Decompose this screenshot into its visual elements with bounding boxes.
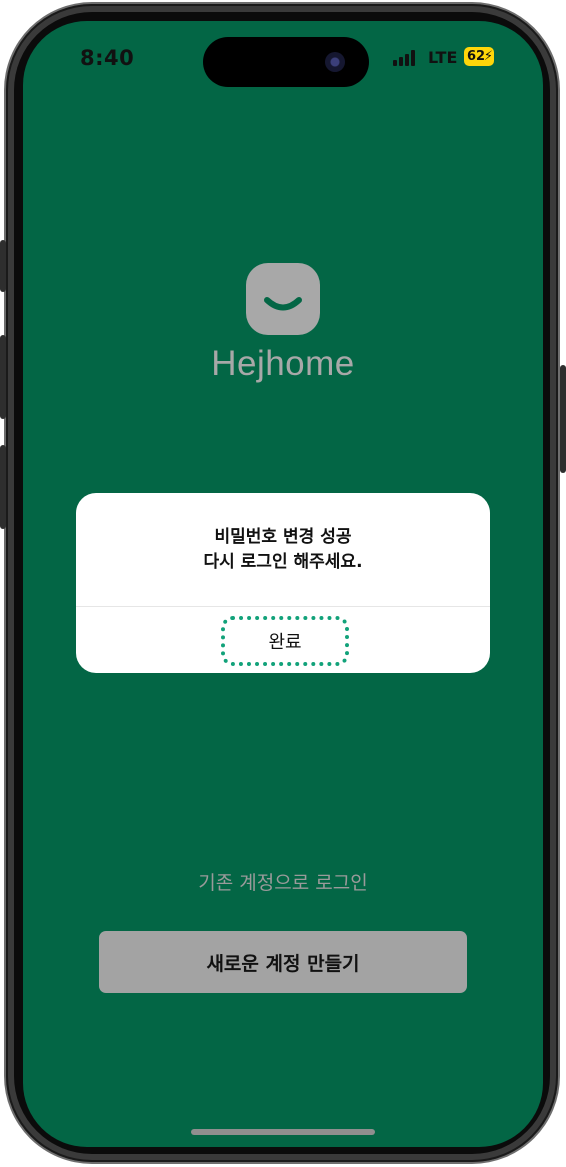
- power-button: [560, 365, 566, 473]
- confirm-button[interactable]: 완료: [221, 616, 349, 666]
- battery-icon: 62 ⚡: [464, 47, 494, 66]
- app-screen: 8:40 LTE 62 ⚡ Hejhome 비밀번호 변경 성공 다시 로그인 …: [23, 21, 543, 1147]
- alert-message-line2: 다시 로그인 해주세요.: [203, 552, 363, 572]
- volume-down-button: [0, 445, 6, 529]
- action-button: [0, 240, 6, 292]
- alert-message: 비밀번호 변경 성공 다시 로그인 해주세요.: [76, 525, 490, 575]
- volume-up-button: [0, 335, 6, 419]
- status-time: 8:40: [80, 46, 135, 70]
- network-type: LTE: [428, 48, 458, 67]
- smile-icon: [246, 263, 320, 335]
- brand-name: Hejhome: [211, 344, 355, 383]
- success-alert-dialog: 비밀번호 변경 성공 다시 로그인 해주세요. 완료: [76, 493, 490, 673]
- home-indicator[interactable]: [191, 1129, 375, 1135]
- front-camera-icon: [325, 52, 345, 72]
- cellular-signal-icon: [393, 50, 421, 66]
- battery-level: 62: [467, 49, 486, 64]
- existing-account-login-link[interactable]: 기존 계정으로 로그인: [23, 868, 543, 895]
- alert-divider: [76, 606, 490, 607]
- dynamic-island: [203, 37, 369, 87]
- charging-bolt-icon: ⚡: [483, 49, 493, 64]
- alert-message-line1: 비밀번호 변경 성공: [214, 527, 352, 547]
- create-account-button[interactable]: 새로운 계정 만들기: [99, 931, 467, 993]
